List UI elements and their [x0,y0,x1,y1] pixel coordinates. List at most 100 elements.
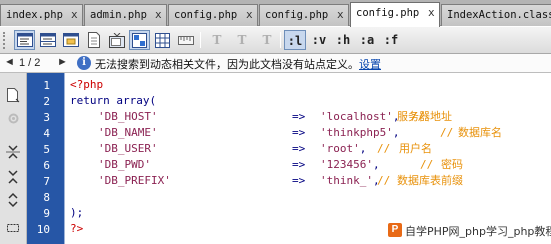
comment-note: 数据库表前缀 [397,174,463,187]
arrow-operator: => [292,110,306,123]
config-value: 'root', [320,142,367,155]
line-number: 5 [43,143,50,156]
watermark-text: 自学PHP网_php学习_php教程 [405,225,551,238]
line-number: 6 [43,159,50,172]
comment-note: 用户名 [399,142,432,155]
collapse-selection-button[interactable] [5,168,21,186]
code-view-icon [16,33,33,47]
tab-close-icon[interactable]: x [155,5,165,25]
select-parent-tag-button[interactable] [5,219,21,237]
tab-config-php-2[interactable]: config.php x [259,4,349,26]
code-line: return array( [70,93,156,109]
code-view-button[interactable] [14,30,35,50]
next-arrow-icon[interactable]: ► [57,56,68,68]
array-close: ); [70,206,84,219]
coding-toolbar [0,73,27,244]
tab-indexaction-class[interactable]: IndexAction.class [441,4,551,26]
comment-note: 密码 [441,158,463,171]
grid-button[interactable] [129,30,150,50]
expand-all-button[interactable] [5,191,21,209]
related-files-infobar: ◄ 1 / 2 ► i 无法搜索到动态相关文件，因为此文档没有站点定义。设置 [0,54,551,73]
line-number-gutter: 1 2 3 4 5 6 7 8 9 10 [27,73,64,244]
line-number: 10 [36,223,50,236]
collapse-tag-button[interactable] [5,143,21,161]
watermark-logo-icon: P [388,223,402,237]
tab-label: IndexAction.class [447,9,551,21]
open-documents-button[interactable] [5,87,21,105]
prev-arrow-icon[interactable]: ◄ [4,56,15,68]
config-value: 'thinkphp5', [320,126,400,139]
active-style-button[interactable]: :a [356,30,378,50]
design-view-button[interactable] [60,30,81,50]
code-line: ); [70,205,83,221]
config-key: 'DB_PWD' [98,158,151,171]
document-button[interactable] [83,30,104,50]
preview-button[interactable] [106,30,127,50]
tv-icon [108,32,125,48]
ruler-button[interactable] [175,30,196,50]
toolbar-separator [200,32,201,48]
infobar-message-text: 无法搜索到动态相关文件，因为此文档没有站点定义。 [95,58,359,71]
link-style-button[interactable]: :l [284,30,306,50]
tab-config-php-active[interactable]: config.php x [350,2,440,27]
return-statement: return array( [70,94,157,107]
php-close-tag: ?> [70,222,84,235]
config-key: 'DB_NAME' [98,126,158,139]
document-tab-bar: index.php x admin.php x config.php x con… [0,0,551,27]
collapse-selection-icon [8,170,18,184]
comment-marker: // [377,142,391,155]
tab-close-icon[interactable]: x [337,5,347,25]
tab-label: config.php [265,9,329,21]
table-icon [155,32,170,48]
split-view-button[interactable] [37,30,58,50]
settings-button[interactable] [5,109,21,127]
tab-label: config.php [356,7,420,19]
tab-admin-php[interactable]: admin.php x [84,4,167,26]
arrow-operator: => [292,158,306,171]
table-button[interactable] [152,30,173,50]
format-text-button[interactable]: T [206,30,228,50]
expand-icon [8,192,18,208]
document-icon [87,32,100,48]
line-number: 1 [43,79,50,92]
info-icon: i [77,56,91,70]
code-line: <?php [70,77,103,93]
comment-note: 服务器地址 [397,110,452,123]
document-icon [7,88,20,103]
comment-marker: // [440,126,454,139]
comment-note: 数据库名 [458,126,502,139]
document-toolbar: T T T :l :v :h :a :f [0,27,551,54]
config-value: 'localhost', [320,110,400,123]
select-tag-icon [7,224,19,232]
setup-link[interactable]: 设置 [359,58,381,71]
tab-config-php-1[interactable]: config.php x [168,4,258,26]
hover-style-button[interactable]: :h [332,30,354,50]
line-number: 9 [43,207,50,220]
page-indicator: 1 / 2 [19,57,41,69]
tab-close-icon[interactable]: x [428,3,438,23]
tab-close-icon[interactable]: x [71,5,81,25]
line-number: 3 [43,111,50,124]
comment-marker: // [377,174,391,187]
ruler-icon [177,35,194,45]
design-view-icon [62,33,79,47]
tab-label: config.php [174,9,238,21]
tab-close-icon[interactable]: x [246,5,256,25]
comment-marker: // [420,158,434,171]
format-text-button[interactable]: T [256,30,278,50]
grid-icon [132,32,147,48]
gear-icon [8,113,18,123]
tab-index-php[interactable]: index.php x [0,4,83,26]
toolbar-grip[interactable] [3,32,7,49]
visited-style-button[interactable]: :v [308,30,330,50]
config-key: 'DB_HOST' [98,110,158,123]
infobar-message: 无法搜索到动态相关文件，因为此文档没有站点定义。设置 [95,56,381,72]
toolbar-separator [280,32,281,48]
focus-style-button[interactable]: :f [380,30,402,50]
format-text-button[interactable]: T [231,30,253,50]
collapse-icon [6,145,20,159]
config-value: 'think_', [320,174,380,187]
line-number: 2 [43,95,50,108]
arrow-operator: => [292,142,306,155]
tab-label: admin.php [90,9,147,21]
